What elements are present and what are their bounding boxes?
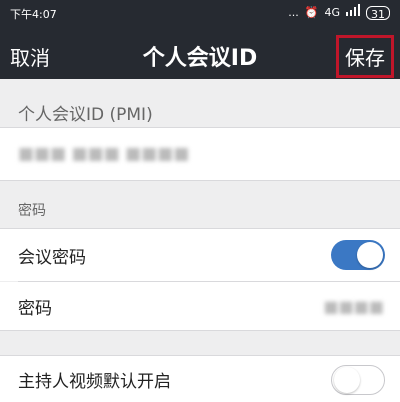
host-video-toggle[interactable] [331, 365, 385, 395]
alarm-icon: ⏰ [304, 5, 319, 19]
meeting-password-toggle[interactable] [331, 240, 385, 270]
password-label: 密码 [18, 298, 52, 319]
password-value: ■■■■ [323, 296, 384, 316]
password-section-title: 密码 [0, 200, 400, 220]
pmi-section-title: 个人会议ID (PMI) [0, 100, 400, 125]
network-icon: 4G [324, 5, 340, 19]
meeting-password-row: 会议密码 [0, 229, 400, 281]
pmi-section-label: 个人会议ID (PMI) [18, 105, 153, 125]
toggle-knob [357, 242, 383, 268]
save-button[interactable]: 保存 [336, 35, 394, 78]
pmi-value-row[interactable]: ■■■ ■■■ ■■■■ [0, 128, 400, 180]
divider [0, 180, 400, 181]
pmi-value: ■■■ ■■■ ■■■■ [18, 144, 190, 164]
more-icon: ... [288, 5, 299, 19]
battery-icon: 31 [366, 5, 390, 21]
signal-icon [346, 4, 360, 21]
status-bar: 下午4:07 ... ⏰ 4G 31 [0, 0, 400, 28]
password-row[interactable]: 密码 ■■■■ [0, 282, 400, 330]
password-section-label: 密码 [18, 203, 46, 219]
divider [0, 330, 400, 331]
meeting-password-label: 会议密码 [18, 247, 86, 268]
host-video-label: 主持人视频默认开启 [18, 371, 171, 392]
host-video-row: 主持人视频默认开启 [0, 356, 400, 402]
nav-bar: 取消 个人会议ID 保存 [0, 28, 400, 79]
app-header: 下午4:07 ... ⏰ 4G 31 取消 个人会议ID 保存 [0, 0, 400, 79]
toggle-knob [334, 367, 360, 393]
status-icons: ... ⏰ 4G 31 [288, 4, 390, 21]
status-time: 下午4:07 [10, 8, 57, 21]
